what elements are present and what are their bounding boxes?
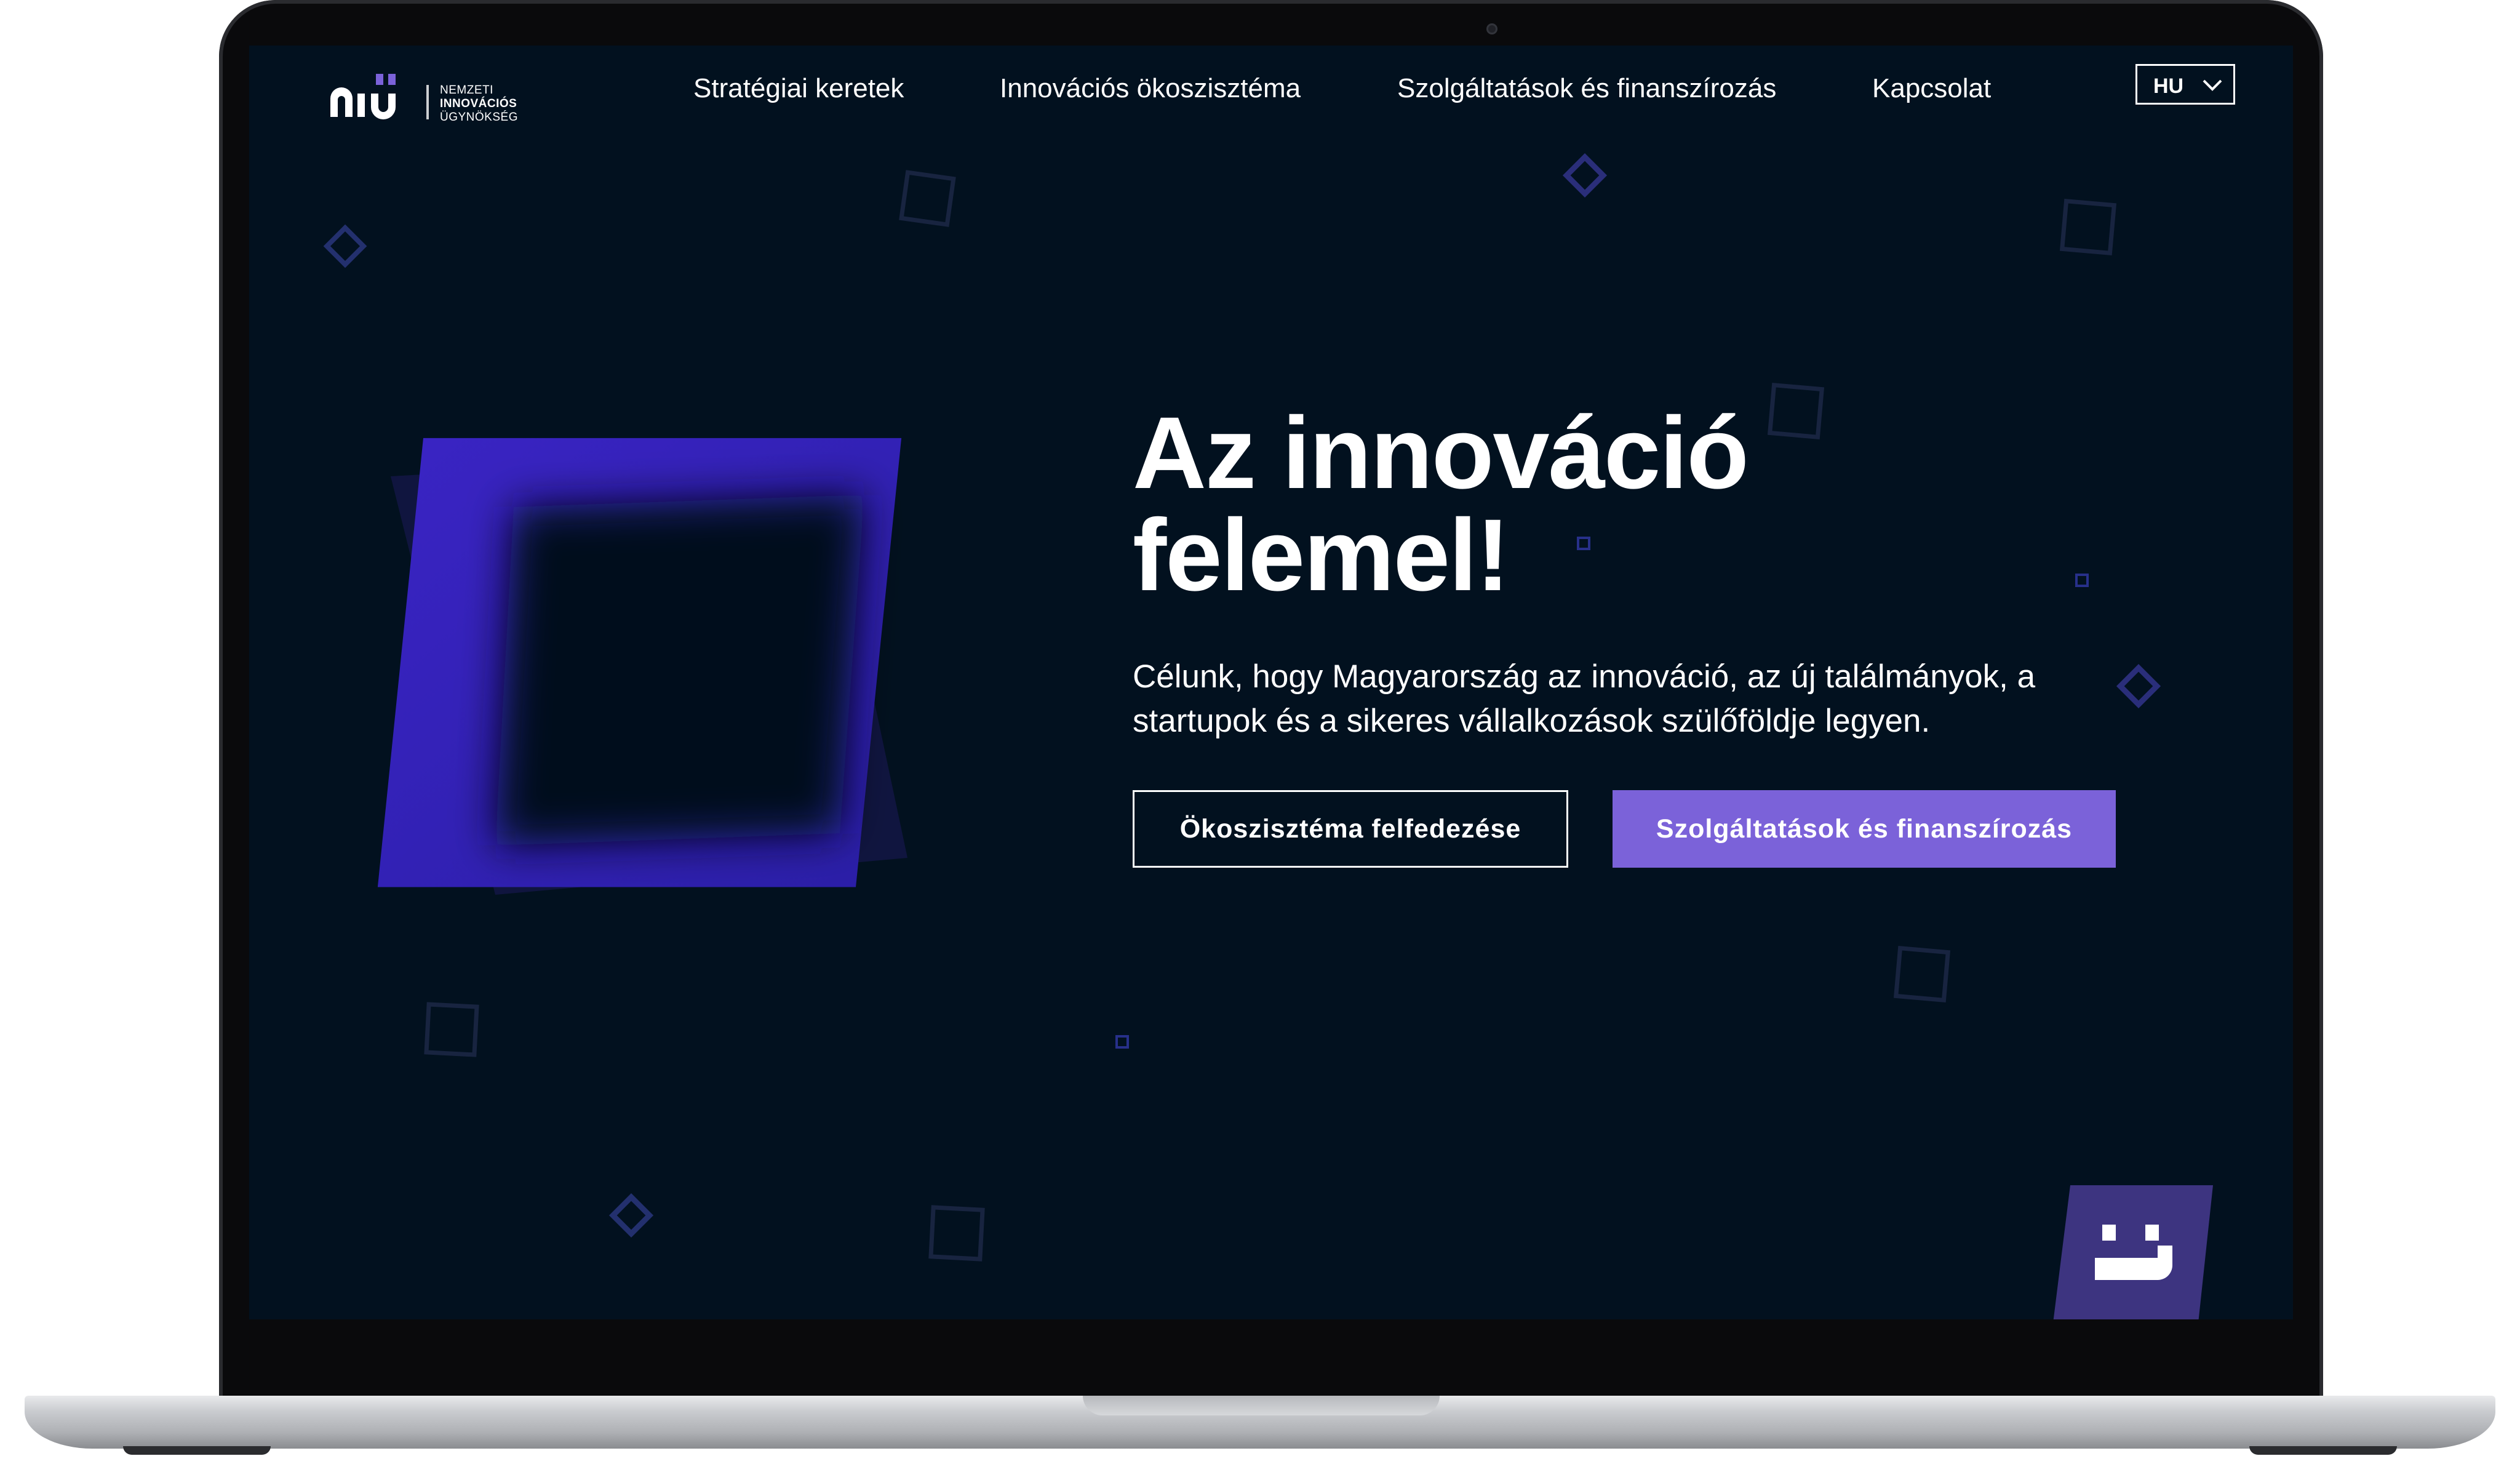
decor-square-icon <box>1893 945 1951 1003</box>
logo-wordmark: NEMZETI INNOVÁCIÓS ÜGYNÖKSÉG <box>440 84 563 124</box>
explore-ecosystem-button[interactable]: Ökoszisztéma felfedezése <box>1133 790 1568 868</box>
logo-line: INNOVÁCIÓS <box>440 97 517 110</box>
decor-square-icon <box>608 1193 654 1238</box>
decor-square-icon <box>928 1205 985 1262</box>
nia-logo-mark-icon <box>330 74 396 119</box>
language-selector[interactable]: HU <box>2135 64 2235 105</box>
hero-title: Az innováció felemel! <box>1133 402 1871 607</box>
language-code: HU <box>2153 74 2184 98</box>
hero-square-graphic <box>377 438 907 895</box>
services-funding-button[interactable]: Szolgáltatások és finanszírozás <box>1613 790 2116 868</box>
decor-square-icon <box>1562 153 1608 198</box>
decor-square-icon <box>1115 1035 1129 1049</box>
nav-item-kapcsolat[interactable]: Kapcsolat <box>1872 73 1991 105</box>
nav-item-innovacios-okoszisztema[interactable]: Innovációs ökoszisztéma <box>1000 73 1301 105</box>
logo-line: ÜGYNÖKSÉG <box>440 111 518 124</box>
logo-line: NEMZETI <box>440 84 493 97</box>
browser-screen: NEMZETI INNOVÁCIÓS ÜGYNÖKSÉG Stratégiai … <box>249 46 2293 1319</box>
camera-icon <box>1486 23 1497 34</box>
logo-separator <box>426 85 429 119</box>
chevron-down-icon <box>2203 79 2222 91</box>
hero-subtitle: Célunk, hogy Magyarország az innováció, … <box>1133 658 2036 739</box>
decor-square-icon <box>424 1002 479 1057</box>
laptop-foot-right <box>2249 1446 2397 1455</box>
hero-title-line: felemel! <box>1133 498 1510 612</box>
nia-logo[interactable]: NEMZETI INNOVÁCIÓS ÜGYNÖKSÉG <box>328 65 531 124</box>
hero-title-line: Az innováció <box>1133 396 1749 510</box>
laptop-notch <box>1083 1396 1440 1415</box>
decor-square-icon <box>2075 574 2089 587</box>
decor-square-icon <box>323 224 367 268</box>
nav-item-strategiai-keretek[interactable]: Stratégiai keretek <box>693 73 904 105</box>
decor-square-icon <box>2059 198 2117 256</box>
nav-item-szolgaltatasok[interactable]: Szolgáltatások és finanszírozás <box>1397 73 1776 105</box>
decor-square-icon <box>899 170 956 227</box>
smiley-chat-icon[interactable] <box>2053 1185 2213 1319</box>
laptop-foot-left <box>123 1446 271 1455</box>
top-navigation: NEMZETI INNOVÁCIÓS ÜGYNÖKSÉG Stratégiai … <box>249 46 2293 132</box>
